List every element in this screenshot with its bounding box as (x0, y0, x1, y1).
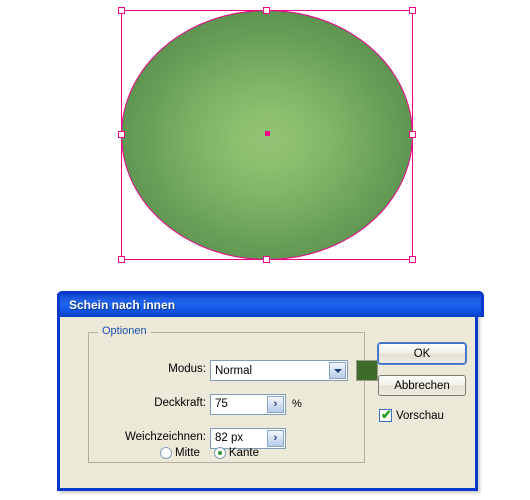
deckkraft-input[interactable]: 75 › (210, 394, 286, 415)
weichzeichnen-label: Weichzeichnen: (125, 431, 206, 443)
modus-row: Modus: Normal (88, 360, 388, 382)
inner-glow-dialog: Schein nach innen Optionen Modus: Normal… (57, 291, 484, 491)
artwork-canvas[interactable] (0, 0, 530, 290)
modus-label: Modus: (168, 363, 206, 375)
chevron-right-icon[interactable]: › (267, 396, 284, 413)
deckkraft-label: Deckkraft: (154, 397, 206, 409)
deckkraft-value: 75 (215, 398, 228, 410)
selection-handle-top-left[interactable] (118, 7, 125, 14)
radio-icon-mitte[interactable] (160, 447, 172, 459)
deckkraft-unit-label: % (292, 398, 302, 410)
radio-option-kante[interactable]: Kante (213, 447, 259, 459)
options-groupbox-legend: Optionen (98, 325, 151, 337)
dialog-titlebar[interactable]: Schein nach innen (57, 291, 484, 317)
selection-handle-bottom-center[interactable] (263, 256, 270, 263)
chevron-right-icon[interactable]: › (267, 430, 284, 447)
modus-select[interactable]: Normal (210, 360, 348, 381)
radio-label-kante: Kante (228, 447, 259, 459)
selection-handle-top-right[interactable] (409, 7, 416, 14)
radio-label-mitte: Mitte (175, 447, 200, 459)
cancel-button[interactable]: Abbrechen (378, 375, 466, 396)
selection-handle-bottom-left[interactable] (118, 256, 125, 263)
dialog-body: Optionen Modus: Normal Deckkraft: 75 › %… (60, 317, 475, 485)
glow-origin-radio-group: Mitte Kante (160, 447, 259, 459)
radio-icon-kante[interactable] (213, 447, 226, 459)
selection-handle-middle-right[interactable] (409, 131, 416, 138)
selection-handle-bottom-right[interactable] (409, 256, 416, 263)
radio-option-mitte[interactable]: Mitte (160, 447, 200, 459)
selection-handle-top-center[interactable] (263, 7, 270, 14)
checkbox-icon-vorschau[interactable]: ✔ (379, 407, 392, 422)
glow-color-swatch[interactable] (356, 360, 378, 381)
chevron-down-icon[interactable] (329, 362, 346, 379)
checkmark-icon: ✔ (381, 407, 392, 422)
preview-checkbox-row[interactable]: ✔ Vorschau (379, 407, 444, 422)
selection-handle-middle-left[interactable] (118, 131, 125, 138)
preview-label: Vorschau (396, 409, 444, 422)
deckkraft-row: Deckkraft: 75 › % (88, 394, 388, 416)
ok-button[interactable]: OK (378, 343, 466, 364)
modus-selected-value: Normal (215, 364, 253, 377)
weichzeichnen-input[interactable]: 82 px › (210, 428, 286, 449)
chevron-down-glyph (333, 368, 342, 373)
weichzeichnen-value: 82 px (215, 432, 244, 444)
dialog-title: Schein nach innen (69, 298, 176, 312)
shape-center-point (265, 131, 270, 136)
